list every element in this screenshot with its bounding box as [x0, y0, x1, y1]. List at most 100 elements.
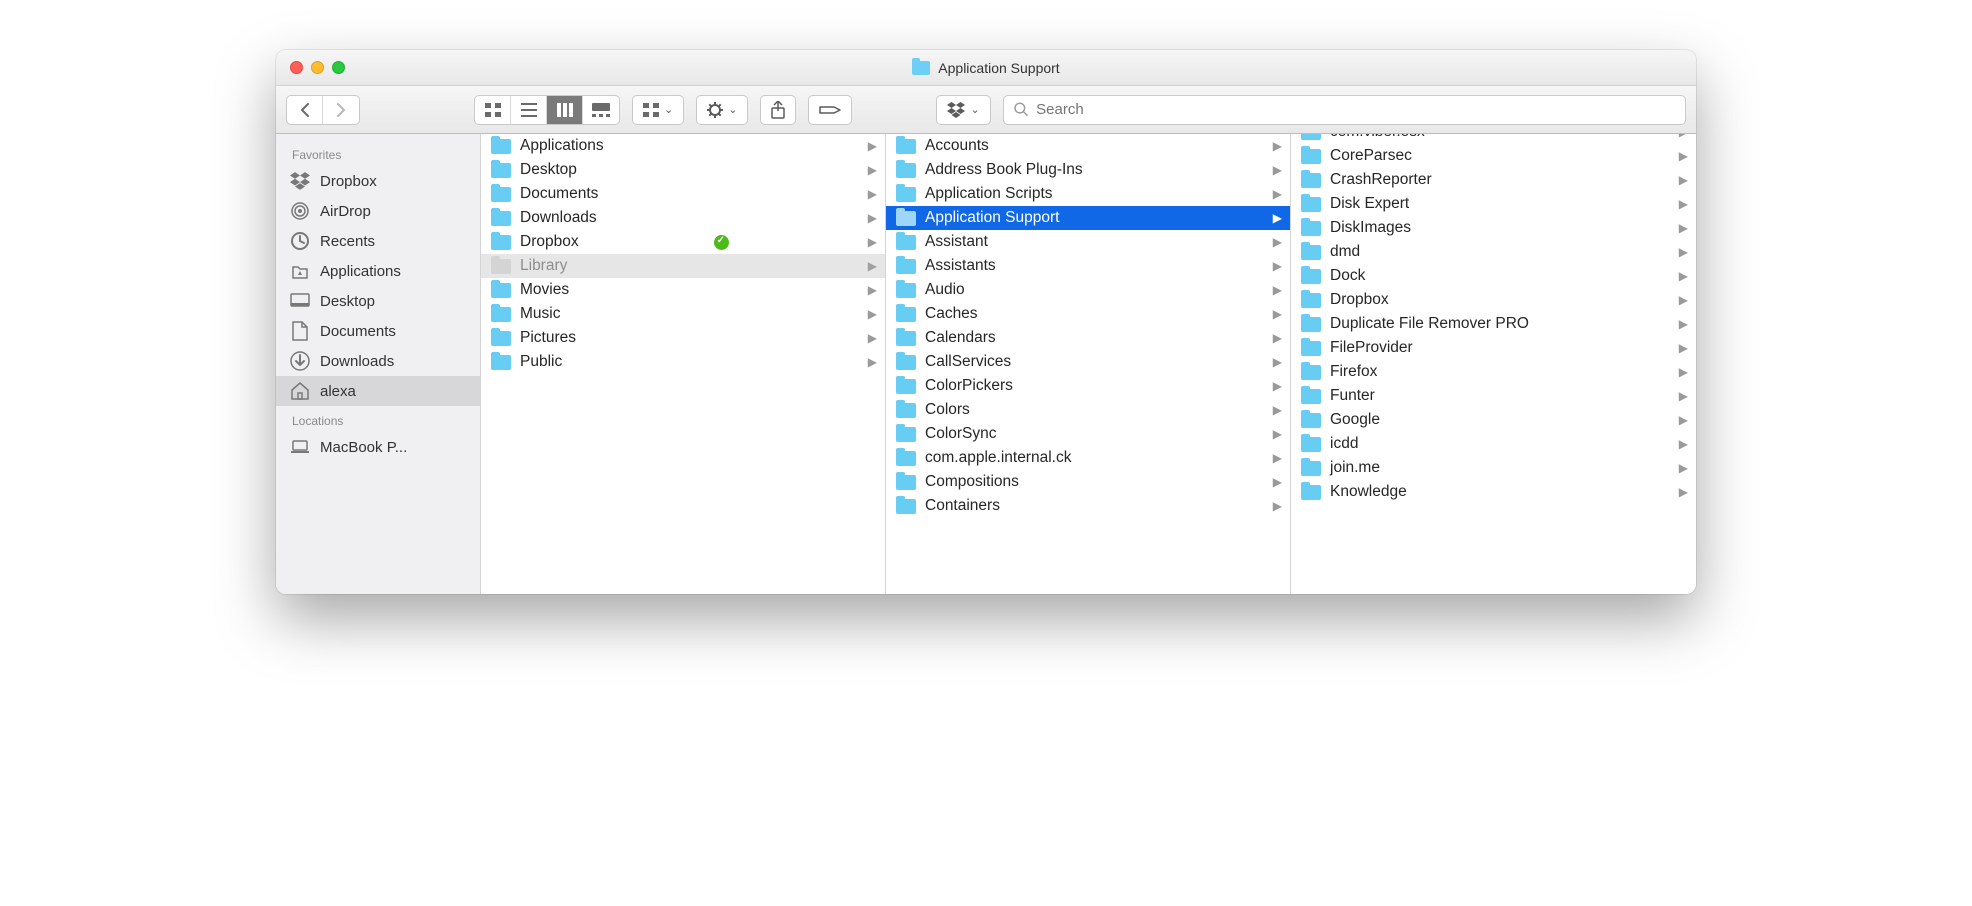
folder-row[interactable]: CallServices▶ [886, 350, 1290, 374]
icon-view-button[interactable] [475, 96, 511, 124]
folder-icon [1301, 341, 1321, 356]
folder-row[interactable]: Firefox▶ [1291, 360, 1696, 384]
folder-row[interactable]: ColorPickers▶ [886, 374, 1290, 398]
sidebar-item-macbook-p-[interactable]: MacBook P... [276, 432, 480, 462]
folder-row[interactable]: Public ▶ [481, 350, 885, 374]
search-input[interactable] [1036, 101, 1675, 118]
chevron-right-icon: ▶ [1273, 163, 1282, 177]
sidebar-item-documents[interactable]: Documents [276, 316, 480, 346]
folder-row[interactable]: Accounts▶ [886, 134, 1290, 158]
chevron-right-icon: ▶ [1679, 365, 1688, 379]
sidebar-item-airdrop[interactable]: AirDrop [276, 196, 480, 226]
folder-label: Public [520, 353, 562, 371]
column-1[interactable]: Applications▶Desktop▶Documents▶Downloads… [481, 134, 886, 594]
sidebar[interactable]: FavoritesDropboxAirDropRecentsApplicatio… [276, 134, 481, 594]
sidebar-item-label: MacBook P... [320, 439, 407, 456]
folder-row[interactable]: DiskImages▶ [1291, 216, 1696, 240]
folder-row[interactable]: Documents▶ [481, 182, 885, 206]
folder-icon [896, 211, 916, 226]
folder-row[interactable]: CoreParsec▶ [1291, 144, 1696, 168]
folder-row[interactable]: CrashReporter▶ [1291, 168, 1696, 192]
folder-row[interactable]: com.apple.internal.ck▶ [886, 446, 1290, 470]
sidebar-item-downloads[interactable]: Downloads [276, 346, 480, 376]
list-view-button[interactable] [511, 96, 547, 124]
folder-label: Knowledge [1330, 483, 1407, 501]
folder-row[interactable]: com.viber.osx▶ [1291, 134, 1696, 144]
folder-row[interactable]: ColorSync▶ [886, 422, 1290, 446]
folder-row[interactable]: Funter▶ [1291, 384, 1696, 408]
sidebar-item-label: AirDrop [320, 203, 371, 220]
action-button[interactable]: ⌄ [696, 95, 748, 125]
folder-row[interactable]: Pictures▶ [481, 326, 885, 350]
search-field[interactable] [1003, 95, 1686, 125]
forward-button[interactable] [323, 96, 359, 124]
folder-row[interactable]: Movies▶ [481, 278, 885, 302]
folder-row[interactable]: Music▶ [481, 302, 885, 326]
sidebar-item-desktop[interactable]: Desktop [276, 286, 480, 316]
chevron-right-icon: ▶ [1273, 307, 1282, 321]
chevron-right-icon: ▶ [868, 139, 877, 153]
folder-row[interactable]: Address Book Plug-Ins▶ [886, 158, 1290, 182]
group-by-button[interactable]: ⌄ [632, 95, 684, 125]
folder-icon [1301, 173, 1321, 188]
folder-row[interactable]: Dock▶ [1291, 264, 1696, 288]
share-button[interactable] [760, 95, 796, 125]
folder-icon [896, 427, 916, 442]
folder-row[interactable]: Assistants▶ [886, 254, 1290, 278]
sidebar-item-alexa[interactable]: alexa [276, 376, 480, 406]
folder-row[interactable]: Desktop▶ [481, 158, 885, 182]
folder-row[interactable]: Google▶ [1291, 408, 1696, 432]
folder-row[interactable]: FileProvider▶ [1291, 336, 1696, 360]
zoom-button[interactable] [332, 61, 345, 74]
folder-row[interactable]: Assistant▶ [886, 230, 1290, 254]
folder-row[interactable]: Disk Expert▶ [1291, 192, 1696, 216]
column-view-button[interactable] [547, 96, 583, 124]
titlebar[interactable]: Application Support [276, 50, 1696, 86]
chevron-right-icon: ▶ [1679, 134, 1688, 139]
folder-row[interactable]: Colors▶ [886, 398, 1290, 422]
sidebar-item-dropbox[interactable]: Dropbox [276, 166, 480, 196]
chevron-right-icon: ▶ [1273, 235, 1282, 249]
folder-row[interactable]: Containers▶ [886, 494, 1290, 518]
folder-row[interactable]: Calendars▶ [886, 326, 1290, 350]
minimize-button[interactable] [311, 61, 324, 74]
folder-label: Library [520, 257, 567, 275]
folder-row[interactable]: Library▶ [481, 254, 885, 278]
folder-row[interactable]: Knowledge▶ [1291, 480, 1696, 504]
folder-icon [896, 451, 916, 466]
column-2[interactable]: Accounts▶Address Book Plug-Ins▶Applicati… [886, 134, 1291, 594]
folder-row[interactable]: Audio▶ [886, 278, 1290, 302]
folder-row[interactable]: Applications▶ [481, 134, 885, 158]
sidebar-item-applications[interactable]: Applications [276, 256, 480, 286]
chevron-right-icon: ▶ [1273, 259, 1282, 273]
chevron-right-icon: ▶ [1273, 451, 1282, 465]
folder-row[interactable]: icdd▶ [1291, 432, 1696, 456]
folder-row[interactable]: Downloads▶ [481, 206, 885, 230]
folder-row[interactable]: Duplicate File Remover PRO▶ [1291, 312, 1696, 336]
folder-row[interactable]: Application Support▶ [886, 206, 1290, 230]
folder-row[interactable]: Application Scripts▶ [886, 182, 1290, 206]
folder-row[interactable]: Dropbox▶ [481, 230, 885, 254]
recents-icon [290, 231, 310, 251]
gallery-view-button[interactable] [583, 96, 619, 124]
folder-icon [491, 355, 511, 370]
tags-button[interactable] [808, 95, 852, 125]
close-button[interactable] [290, 61, 303, 74]
chevron-right-icon: ▶ [868, 355, 877, 369]
folder-row[interactable]: Dropbox▶ [1291, 288, 1696, 312]
folder-label: Duplicate File Remover PRO [1330, 315, 1529, 333]
dropbox-button[interactable]: ⌄ [936, 95, 990, 125]
folder-label: Caches [925, 305, 978, 323]
folder-row[interactable]: Caches ▶ [886, 302, 1290, 326]
column-3[interactable]: com.viber.osx▶CoreParsec▶CrashReporter▶D… [1291, 134, 1696, 594]
folder-label: Dock [1330, 267, 1365, 285]
back-button[interactable] [287, 96, 323, 124]
sidebar-item-label: Desktop [320, 293, 375, 310]
folder-icon [491, 211, 511, 226]
folder-row[interactable]: Compositions▶ [886, 470, 1290, 494]
folder-row[interactable]: dmd▶ [1291, 240, 1696, 264]
folder-label: ColorSync [925, 425, 997, 443]
folder-row[interactable]: join.me▶ [1291, 456, 1696, 480]
sidebar-item-recents[interactable]: Recents [276, 226, 480, 256]
folder-icon [896, 163, 916, 178]
